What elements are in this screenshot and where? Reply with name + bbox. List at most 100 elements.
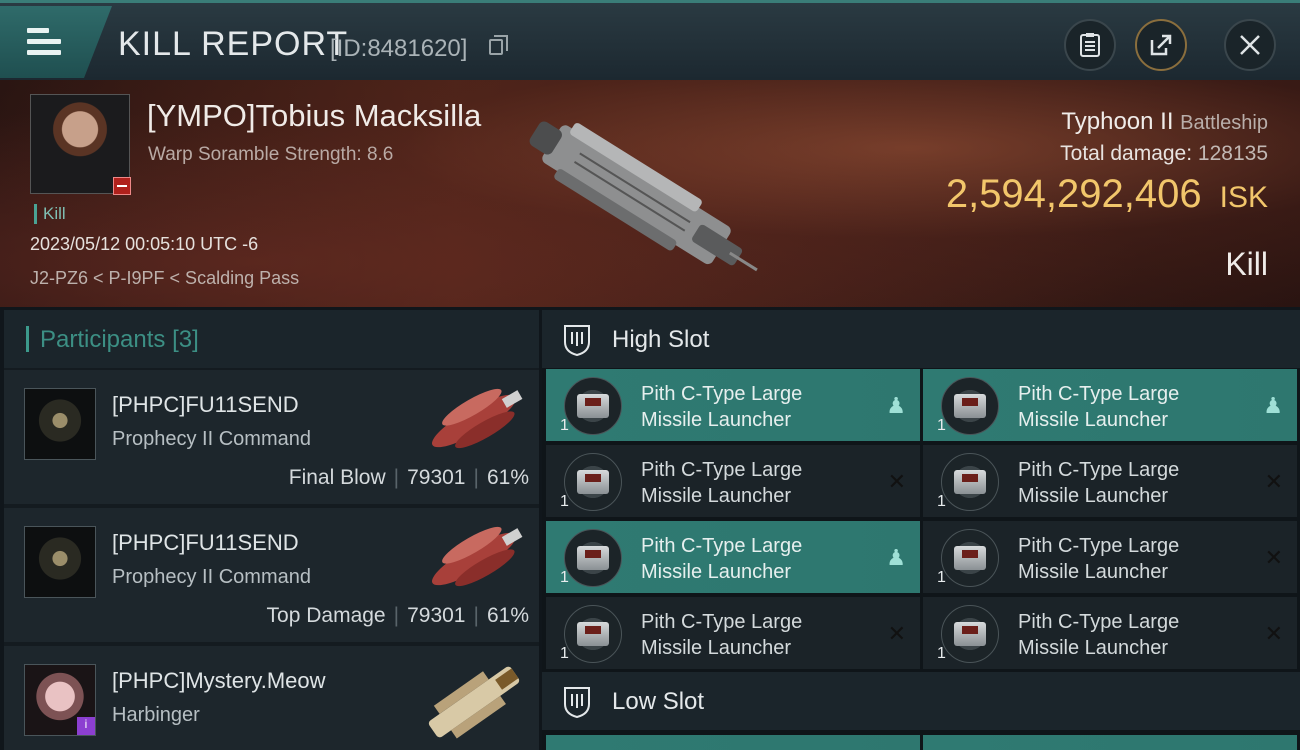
report-id: [ID:8481620] [330, 35, 468, 62]
module-name-line2: Missile Launcher [1018, 409, 1169, 431]
low-slot-header: Low Slot [542, 672, 1300, 730]
missile-launcher-icon [564, 377, 622, 435]
missile-launcher-icon [564, 605, 622, 663]
kill-location: J2-PZ6 < P-I9PF < Scalding Pass [30, 268, 300, 288]
kill-tag: Kill [34, 204, 66, 224]
victim-name[interactable]: [YMPO]Tobius Macksilla [147, 98, 481, 134]
dropped-pilot-icon: ♟ [886, 545, 906, 570]
participant-ship: Prophecy II Command [112, 428, 311, 450]
participant-stats: Top Damage | 79301 | 61% [266, 604, 529, 627]
isk-value: 2,594,292,406 ISK [946, 172, 1268, 217]
participant-stats: Final Blow | 79301 | 61% [288, 466, 529, 489]
module-name: Pith C-Type Large Missile Launcher [641, 533, 871, 585]
header-accent [26, 326, 29, 352]
participant-stat-label: Top Damage [266, 604, 386, 627]
module-slot[interactable]: 1 Pith C-Type Large Missile Launcher ♟ [923, 369, 1297, 441]
module-name: Pith C-Type Large Missile Launcher [1018, 381, 1248, 433]
module-name-line2: Missile Launcher [641, 637, 792, 659]
module-slot-partial[interactable] [546, 735, 920, 750]
module-name-line1: Pith C-Type Large [641, 535, 803, 557]
module-quantity: 1 [937, 417, 946, 434]
participant-ship: Prophecy II Command [112, 566, 311, 588]
destroyed-icon: ✕ [887, 621, 906, 646]
participants-count: [3] [172, 326, 199, 353]
participant-ship-image [432, 526, 523, 587]
module-name: Pith C-Type Large Missile Launcher [1018, 533, 1248, 585]
module-quantity: 1 [937, 493, 946, 510]
module-name-line2: Missile Launcher [641, 409, 792, 431]
participant-damage: 79301 [407, 604, 466, 627]
close-button[interactable] [1224, 19, 1276, 71]
participants-panel: Participants [3] [PHPC]FU11SEND Prophecy… [4, 310, 539, 750]
destroyed-icon: ✕ [1264, 545, 1283, 570]
copy-icon[interactable] [489, 35, 508, 55]
module-slot[interactable]: 1 Pith C-Type Large Missile Launcher ✕ [923, 445, 1297, 517]
participant-ship-image [428, 666, 520, 739]
victim-portrait[interactable] [30, 94, 131, 195]
victim-ship: Typhoon II Battleship [1061, 108, 1268, 136]
module-name-line2: Missile Launcher [1018, 485, 1169, 507]
participant-ship-image [432, 388, 523, 449]
module-quantity: 1 [560, 417, 569, 434]
clipboard-icon [1080, 33, 1100, 57]
high-slot-header: High Slot [542, 310, 1300, 368]
module-name-line1: Pith C-Type Large [1018, 459, 1180, 481]
participant-ship: Harbinger [112, 704, 200, 726]
module-slot[interactable]: 1 Pith C-Type Large Missile Launcher ✕ [923, 521, 1297, 593]
module-slot-partial[interactable] [923, 735, 1297, 750]
low-slot-label: Low Slot [612, 688, 705, 715]
missile-launcher-icon [941, 605, 999, 663]
isk-unit: ISK [1219, 181, 1268, 214]
participants-header: Participants [3] [4, 310, 539, 368]
participant-row[interactable]: [PHPC]FU11SEND Prophecy II Command Final… [4, 370, 539, 504]
module-slot[interactable]: 1 Pith C-Type Large Missile Launcher ✕ [546, 597, 920, 669]
participant-avatar [24, 388, 96, 460]
share-icon [1150, 34, 1172, 56]
missile-launcher-icon [941, 377, 999, 435]
destroyed-icon: ✕ [1264, 621, 1283, 646]
low-slot-icon [564, 687, 590, 718]
page-title: KILL REPORT [118, 25, 349, 63]
participants-title: Participants [3] [40, 326, 199, 354]
result-label: Kill [1225, 246, 1268, 282]
module-name: Pith C-Type Large Missile Launcher [641, 457, 871, 509]
module-name-line1: Pith C-Type Large [641, 611, 803, 633]
module-slot[interactable]: 1 Pith C-Type Large Missile Launcher ♟ [546, 521, 920, 593]
victim-ship-image [529, 121, 758, 272]
module-name-line2: Missile Launcher [1018, 637, 1169, 659]
standing-badge-icon [113, 177, 131, 195]
participant-avatar [24, 526, 96, 598]
module-quantity: 1 [560, 645, 569, 662]
isk-amount: 2,594,292,406 [945, 172, 1202, 216]
participant-row[interactable]: i [PHPC]Mystery.Meow Harbinger [4, 646, 539, 750]
module-slot[interactable]: 1 Pith C-Type Large Missile Launcher ♟ [546, 369, 920, 441]
high-slot-icon [564, 325, 590, 356]
module-name-line1: Pith C-Type Large [641, 383, 803, 405]
module-name-line2: Missile Launcher [641, 485, 792, 507]
module-name-line1: Pith C-Type Large [1018, 383, 1180, 405]
high-slot-label: High Slot [612, 326, 710, 353]
missile-launcher-icon [941, 529, 999, 587]
participant-name: [PHPC]FU11SEND [112, 392, 299, 417]
clipboard-button[interactable] [1064, 19, 1116, 71]
module-quantity: 1 [937, 645, 946, 662]
hamburger-icon [27, 28, 61, 61]
total-damage-value: 128135 [1197, 142, 1268, 165]
fitting-panel: High Slot 1 Pith C-Type Large Missile Lau… [542, 310, 1300, 750]
victim-ship-name: Typhoon II [1061, 108, 1174, 135]
module-name-line1: Pith C-Type Large [1018, 611, 1180, 633]
menu-button[interactable] [0, 6, 112, 78]
warp-scramble-strength: Warp Soramble Strength: 8.6 [148, 144, 394, 165]
share-button[interactable] [1135, 19, 1187, 71]
module-name-line1: Pith C-Type Large [1018, 535, 1180, 557]
module-slot[interactable]: 1 Pith C-Type Large Missile Launcher ✕ [546, 445, 920, 517]
info-badge-icon: i [77, 717, 95, 735]
participant-name: [PHPC]Mystery.Meow [112, 668, 326, 693]
participant-percent: 61% [486, 604, 529, 627]
module-quantity: 1 [560, 569, 569, 586]
module-slot[interactable]: 1 Pith C-Type Large Missile Launcher ✕ [923, 597, 1297, 669]
missile-launcher-icon [564, 453, 622, 511]
module-name-line2: Missile Launcher [1018, 561, 1169, 583]
close-icon [1240, 35, 1260, 55]
participant-row[interactable]: [PHPC]FU11SEND Prophecy II Command Top D… [4, 508, 539, 642]
